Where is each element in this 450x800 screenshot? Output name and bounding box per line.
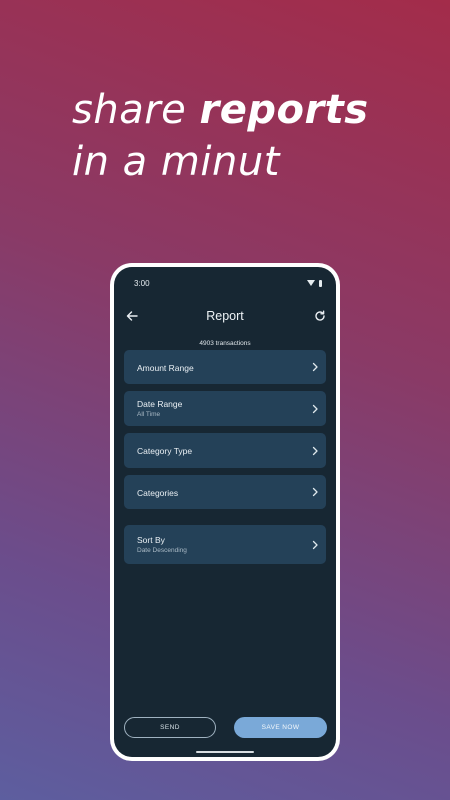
filter-amount-range[interactable]: Amount Range bbox=[124, 350, 326, 384]
app-screen: 3:00 Report 4903 transactions Amount Ran… bbox=[114, 267, 336, 757]
filter-label: Date Range bbox=[137, 399, 183, 409]
filter-label: Sort By bbox=[137, 535, 165, 545]
status-time: 3:00 bbox=[134, 278, 150, 288]
filter-categories[interactable]: Categories bbox=[124, 475, 326, 509]
status-bar: 3:00 bbox=[134, 277, 322, 289]
page-title: Report bbox=[206, 309, 244, 323]
chevron-right-icon bbox=[312, 487, 318, 497]
headline-line-1: share reports bbox=[72, 84, 369, 136]
home-indicator[interactable] bbox=[196, 751, 254, 753]
battery-icon bbox=[319, 279, 322, 287]
transaction-count: 4903 transactions bbox=[199, 340, 251, 347]
chevron-right-icon bbox=[312, 362, 318, 372]
chevron-right-icon bbox=[312, 540, 318, 549]
chevron-right-icon bbox=[312, 446, 318, 455]
filter-sort-by[interactable]: Sort By Date Descending bbox=[124, 525, 326, 564]
filter-label: Category Type bbox=[137, 446, 193, 456]
filter-value: All Time bbox=[137, 411, 161, 418]
headline-line-2: in a minut bbox=[72, 139, 280, 185]
headline-share-text: share bbox=[72, 87, 200, 133]
filter-label: Amount Range bbox=[137, 363, 194, 373]
app-bar: Report bbox=[114, 305, 336, 329]
send-button[interactable]: SEND bbox=[124, 717, 216, 738]
refresh-icon bbox=[315, 310, 325, 321]
save-now-button[interactable]: SAVE NOW bbox=[234, 717, 327, 738]
wifi-icon bbox=[307, 280, 315, 286]
status-icons bbox=[307, 279, 322, 287]
filter-category-type[interactable]: Category Type bbox=[124, 433, 326, 468]
headline-reports-text: reports bbox=[199, 87, 369, 133]
phone-frame: 3:00 Report 4903 transactions Amount Ran… bbox=[110, 263, 340, 761]
promo-headline: share reports in a minut bbox=[72, 84, 369, 188]
refresh-button[interactable] bbox=[312, 308, 328, 324]
filter-value: Date Descending bbox=[137, 547, 187, 554]
filter-label: Categories bbox=[137, 488, 179, 498]
filter-date-range[interactable]: Date Range All Time bbox=[124, 391, 326, 426]
chevron-right-icon bbox=[312, 404, 318, 413]
